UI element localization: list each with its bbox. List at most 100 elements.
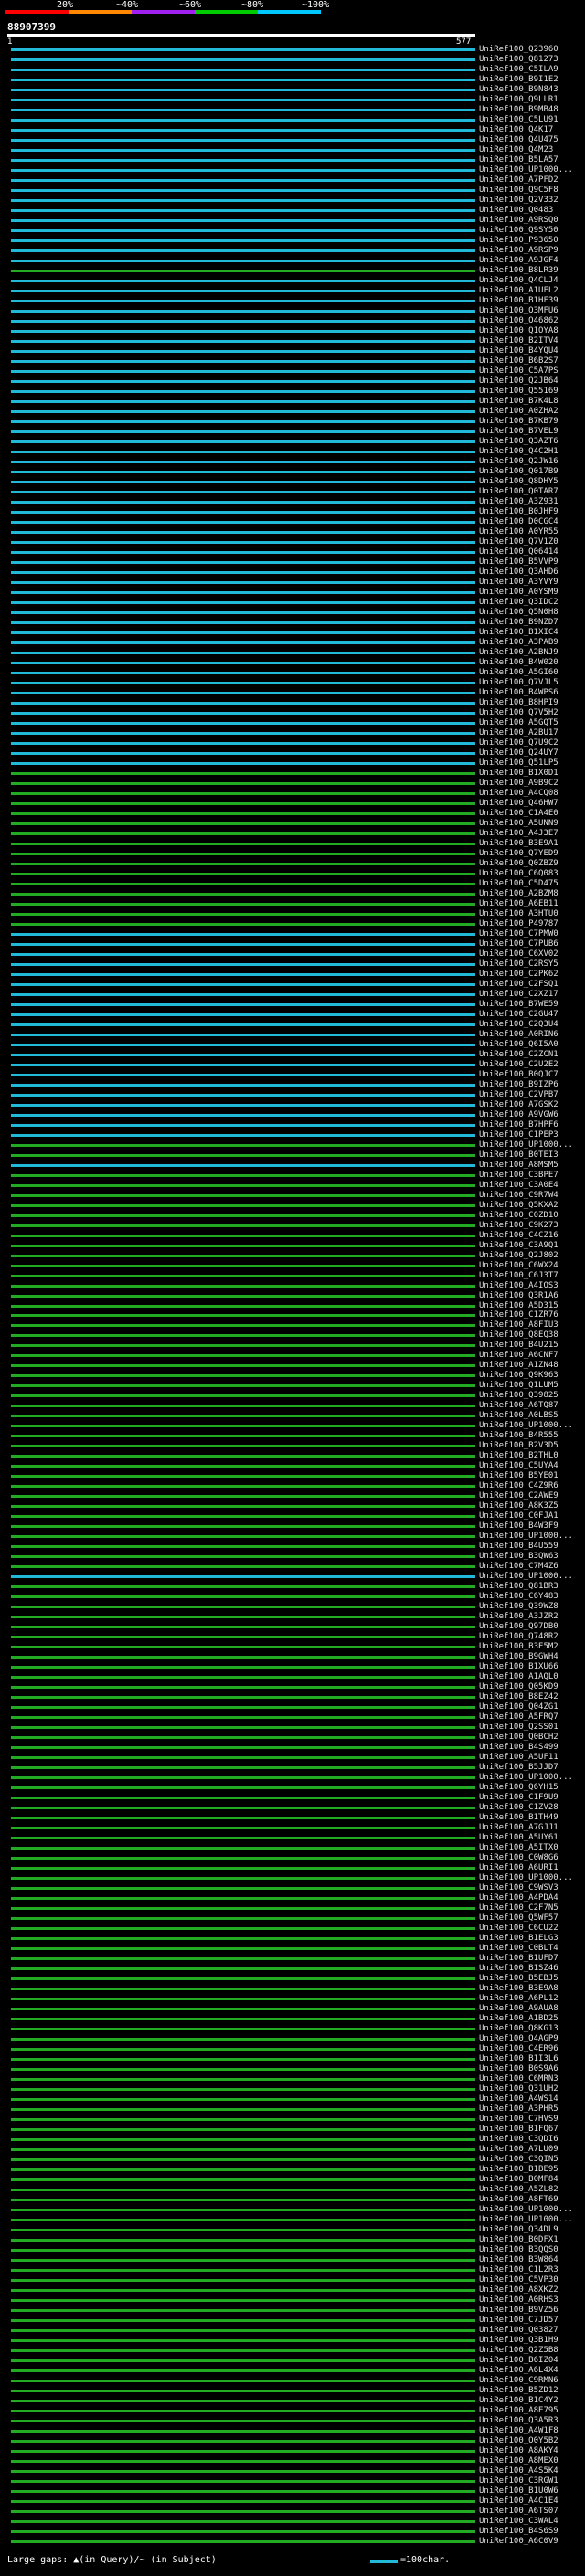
hit-row[interactable]: UniRef100_UP1000... xyxy=(0,1532,585,1541)
hit-row[interactable]: UniRef100_B9NZD7 xyxy=(0,618,585,627)
hit-name-link[interactable]: UniRef100_A0YSM9 xyxy=(479,588,558,597)
hit-alignment-bar[interactable] xyxy=(11,1133,475,1137)
hit-row[interactable]: UniRef100_Q7VJL5 xyxy=(0,678,585,687)
hit-alignment-bar[interactable] xyxy=(11,2380,475,2383)
hit-alignment-bar[interactable] xyxy=(11,2239,475,2242)
hit-alignment-bar[interactable] xyxy=(11,1163,475,1167)
hit-row[interactable]: UniRef100_C2FSQ1 xyxy=(0,980,585,989)
hit-name-link[interactable]: UniRef100_B3E9A1 xyxy=(479,839,558,848)
hit-alignment-bar[interactable] xyxy=(11,2480,475,2484)
hit-row[interactable]: UniRef100_UP1000... xyxy=(0,2215,585,2224)
hit-name-link[interactable]: UniRef100_B3QQS0 xyxy=(479,2245,558,2254)
hit-row[interactable]: UniRef100_C3RGW1 xyxy=(0,2476,585,2486)
hit-row[interactable]: UniRef100_Q46862 xyxy=(0,316,585,325)
hit-row[interactable]: UniRef100_A8AKY4 xyxy=(0,2446,585,2455)
hit-name-link[interactable]: UniRef100_UP1000... xyxy=(479,1532,573,1541)
hit-row[interactable]: UniRef100_A3PHR5 xyxy=(0,2104,585,2114)
hit-alignment-bar[interactable] xyxy=(11,560,475,564)
hit-name-link[interactable]: UniRef100_Q7V1Z0 xyxy=(479,537,558,546)
hit-name-link[interactable]: UniRef100_A5GI60 xyxy=(479,668,558,677)
hit-name-link[interactable]: UniRef100_C7PMW0 xyxy=(479,929,558,938)
hit-row[interactable]: UniRef100_B0MF84 xyxy=(0,2175,585,2184)
hit-row[interactable]: UniRef100_B3QW63 xyxy=(0,1552,585,1561)
hit-alignment-bar[interactable] xyxy=(11,902,475,906)
hit-name-link[interactable]: UniRef100_A6EB11 xyxy=(479,899,558,908)
hit-alignment-bar[interactable] xyxy=(11,1425,475,1428)
hit-name-link[interactable]: UniRef100_D0CGC4 xyxy=(479,517,558,526)
hit-alignment-bar[interactable] xyxy=(11,842,475,845)
hit-name-link[interactable]: UniRef100_B9MB48 xyxy=(479,105,558,114)
hit-alignment-bar[interactable] xyxy=(11,2098,475,2102)
hit-row[interactable]: UniRef100_Q55169 xyxy=(0,387,585,396)
hit-row[interactable]: UniRef100_A5D315 xyxy=(0,1301,585,1310)
hit-name-link[interactable]: UniRef100_Q3A5R3 xyxy=(479,2416,558,2425)
hit-name-link[interactable]: UniRef100_Q0BCH2 xyxy=(479,1733,558,1742)
hit-alignment-bar[interactable] xyxy=(11,198,475,202)
hit-name-link[interactable]: UniRef100_A1UFL2 xyxy=(479,286,558,295)
hit-row[interactable]: UniRef100_B1TH49 xyxy=(0,1813,585,1822)
hit-row[interactable]: UniRef100_C4ER96 xyxy=(0,2044,585,2053)
hit-name-link[interactable]: UniRef100_Q9C5F8 xyxy=(479,186,558,195)
hit-name-link[interactable]: UniRef100_UP1000... xyxy=(479,2205,573,2214)
hit-alignment-bar[interactable] xyxy=(11,1224,475,1227)
hit-row[interactable]: UniRef100_A1AQL0 xyxy=(0,1672,585,1681)
hit-row[interactable]: UniRef100_C7PUB6 xyxy=(0,939,585,949)
hit-row[interactable]: UniRef100_C2PK62 xyxy=(0,970,585,979)
hit-alignment-bar[interactable] xyxy=(11,1786,475,1790)
hit-row[interactable]: UniRef100_C7PMW0 xyxy=(0,929,585,938)
hit-alignment-bar[interactable] xyxy=(11,359,475,363)
hit-row[interactable]: UniRef100_UP1000... xyxy=(0,165,585,175)
hit-name-link[interactable]: UniRef100_A8FIU3 xyxy=(479,1320,558,1330)
hit-row[interactable]: UniRef100_Q05KD9 xyxy=(0,1682,585,1691)
hit-alignment-bar[interactable] xyxy=(11,1002,475,1006)
hit-alignment-bar[interactable] xyxy=(11,2259,475,2263)
hit-name-link[interactable]: UniRef100_A2BZM8 xyxy=(479,889,558,898)
hit-alignment-bar[interactable] xyxy=(11,1545,475,1549)
hit-name-link[interactable]: UniRef100_C3QIN5 xyxy=(479,2155,558,2164)
hit-name-link[interactable]: UniRef100_C6Y483 xyxy=(479,1592,558,1601)
hit-name-link[interactable]: UniRef100_Q5KXA2 xyxy=(479,1201,558,1210)
hit-name-link[interactable]: UniRef100_B1HF39 xyxy=(479,296,558,305)
hit-name-link[interactable]: UniRef100_Q3B1H9 xyxy=(479,2336,558,2345)
hit-name-link[interactable]: UniRef100_Q9K963 xyxy=(479,1371,558,1380)
hit-name-link[interactable]: UniRef100_B7KB79 xyxy=(479,417,558,426)
hit-alignment-bar[interactable] xyxy=(11,249,475,252)
hit-row[interactable]: UniRef100_C2AWE9 xyxy=(0,1491,585,1500)
hit-row[interactable]: UniRef100_A5GI60 xyxy=(0,668,585,677)
hit-name-link[interactable]: UniRef100_A5UF11 xyxy=(479,1753,558,1762)
hit-row[interactable]: UniRef100_B5EBJ5 xyxy=(0,1974,585,1983)
hit-row[interactable]: UniRef100_A5UNN9 xyxy=(0,819,585,828)
hit-alignment-bar[interactable] xyxy=(11,349,475,353)
hit-alignment-bar[interactable] xyxy=(11,1415,475,1418)
hit-name-link[interactable]: UniRef100_A7GJJ1 xyxy=(479,1823,558,1832)
hit-row[interactable]: UniRef100_A4W1F8 xyxy=(0,2426,585,2435)
hit-row[interactable]: UniRef100_A9B9C2 xyxy=(0,779,585,788)
hit-name-link[interactable]: UniRef100_Q4M23 xyxy=(479,145,553,154)
hit-name-link[interactable]: UniRef100_C7M4Z6 xyxy=(479,1562,558,1571)
hit-alignment-bar[interactable] xyxy=(11,1063,475,1066)
hit-row[interactable]: UniRef100_UP1000... xyxy=(0,1873,585,1882)
hit-name-link[interactable]: UniRef100_C5LU91 xyxy=(479,115,558,124)
hit-name-link[interactable]: UniRef100_A9AUA8 xyxy=(479,2004,558,2013)
hit-name-link[interactable]: UniRef100_C7PUB6 xyxy=(479,939,558,949)
hit-alignment-bar[interactable] xyxy=(11,1937,475,1941)
hit-row[interactable]: UniRef100_C6Y483 xyxy=(0,1592,585,1601)
hit-alignment-bar[interactable] xyxy=(11,781,475,785)
hit-row[interactable]: UniRef100_B3E9A8 xyxy=(0,1984,585,1993)
hit-row[interactable]: UniRef100_C1F9U9 xyxy=(0,1793,585,1802)
hit-row[interactable]: UniRef100_Q748R2 xyxy=(0,1632,585,1641)
hit-row[interactable]: UniRef100_B8EZ42 xyxy=(0,1692,585,1701)
hit-name-link[interactable]: UniRef100_B0TEI3 xyxy=(479,1150,558,1160)
hit-row[interactable]: UniRef100_A4WS14 xyxy=(0,2094,585,2104)
hit-row[interactable]: UniRef100_A7LU09 xyxy=(0,2145,585,2154)
hit-alignment-bar[interactable] xyxy=(11,2068,475,2072)
hit-alignment-bar[interactable] xyxy=(11,1153,475,1157)
hit-row[interactable]: UniRef100_C2XZ17 xyxy=(0,990,585,999)
hit-row[interactable]: UniRef100_A3JZR2 xyxy=(0,1612,585,1621)
hit-row[interactable]: UniRef100_Q23960 xyxy=(0,45,585,54)
hit-name-link[interactable]: UniRef100_Q4U475 xyxy=(479,135,558,144)
hit-row[interactable]: UniRef100_UP1000... xyxy=(0,1773,585,1782)
hit-row[interactable]: UniRef100_Q8EQ38 xyxy=(0,1330,585,1340)
hit-name-link[interactable]: UniRef100_Q3R1A6 xyxy=(479,1291,558,1300)
hit-name-link[interactable]: UniRef100_C2VPB7 xyxy=(479,1090,558,1099)
